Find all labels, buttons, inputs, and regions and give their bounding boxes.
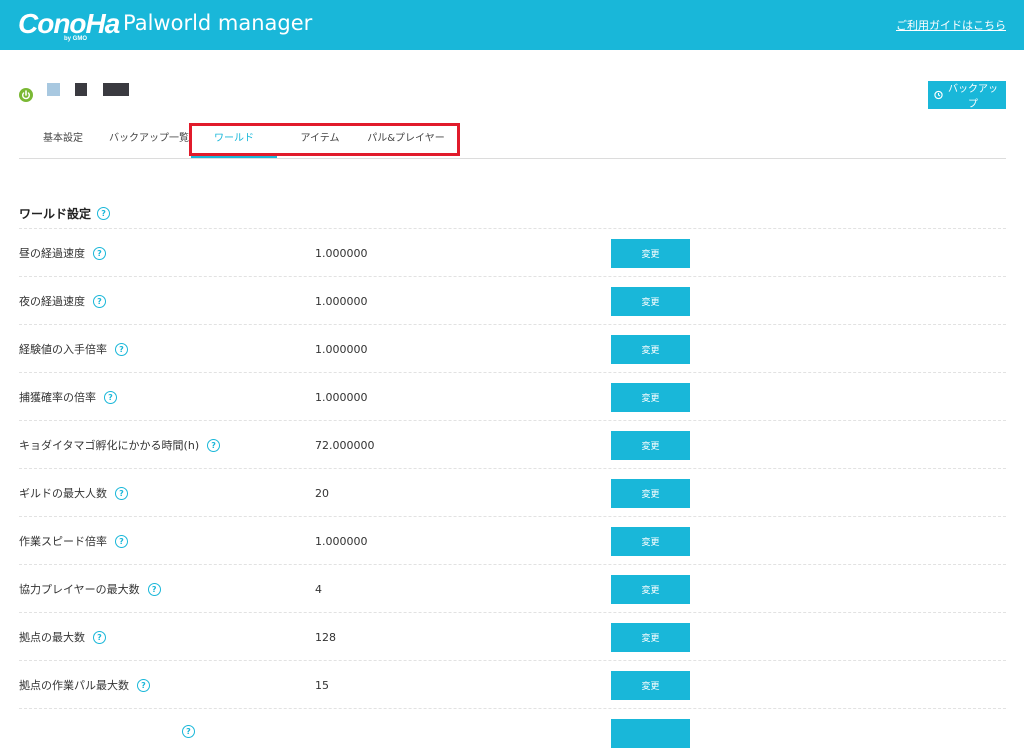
setting-row: 経験値の入手倍率? 1.000000 変更 xyxy=(19,324,1006,372)
guide-link[interactable]: ご利用ガイドはこちら xyxy=(896,17,1006,33)
change-button[interactable]: 変更 xyxy=(611,431,690,460)
setting-row: 作業スピード倍率? 1.000000 変更 xyxy=(19,516,1006,564)
setting-value: 1.000000 xyxy=(315,535,368,548)
help-icon[interactable]: ? xyxy=(93,246,106,260)
setting-row: 協力プレイヤーの最大数? 4 変更 xyxy=(19,564,1006,612)
setting-value: 128 xyxy=(315,631,336,644)
server-name-block xyxy=(47,83,60,96)
change-button[interactable]: 変更 xyxy=(611,239,690,268)
tab-backup-list[interactable]: バックアップ一覧 xyxy=(108,124,190,156)
setting-row: 拠点の最大数? 128 変更 xyxy=(19,612,1006,660)
section-title-text: ワールド設定 xyxy=(19,207,92,221)
world-settings-list: 昼の経過速度? 1.000000 変更 夜の経過速度? 1.000000 変更 … xyxy=(19,228,1006,756)
change-button[interactable]: 変更 xyxy=(611,623,690,652)
setting-value: 1.000000 xyxy=(315,391,368,404)
setting-label: キョダイタマゴ孵化にかかる時間(h)? xyxy=(19,437,221,453)
setting-label: 拠点の最大数? xyxy=(19,629,106,645)
setting-label: 経験値の入手倍率? xyxy=(19,341,128,357)
backup-icon xyxy=(934,90,943,100)
change-button[interactable]: 変更 xyxy=(611,479,690,508)
server-status xyxy=(19,83,219,103)
server-name-block xyxy=(103,83,129,96)
help-icon[interactable]: ? xyxy=(137,678,150,692)
setting-row: 拠点の作業パル最大数? 15 変更 xyxy=(19,660,1006,708)
setting-value: 4 xyxy=(315,583,322,596)
setting-label: 夜の経過速度? xyxy=(19,293,106,309)
setting-row: 夜の経過速度? 1.000000 変更 xyxy=(19,276,1006,324)
power-icon xyxy=(19,88,33,102)
setting-row: ? xyxy=(19,708,1006,756)
app-title: Palworld manager xyxy=(123,11,313,35)
setting-value: 15 xyxy=(315,679,329,692)
setting-value: 20 xyxy=(315,487,329,500)
setting-label: ? xyxy=(174,725,195,738)
help-icon[interactable]: ? xyxy=(97,207,111,220)
help-icon[interactable]: ? xyxy=(115,534,128,548)
setting-row: キョダイタマゴ孵化にかかる時間(h)? 72.000000 変更 xyxy=(19,420,1006,468)
change-button[interactable]: 変更 xyxy=(611,335,690,364)
server-name-block xyxy=(75,83,87,96)
logo-subtext: by GMO xyxy=(64,36,88,42)
setting-row: ギルドの最大人数? 20 変更 xyxy=(19,468,1006,516)
help-icon[interactable]: ? xyxy=(104,390,117,404)
help-icon[interactable]: ? xyxy=(115,486,128,500)
help-icon[interactable]: ? xyxy=(207,438,221,452)
change-button[interactable]: 変更 xyxy=(611,383,690,412)
setting-label: 協力プレイヤーの最大数? xyxy=(19,581,161,597)
change-button[interactable] xyxy=(611,719,690,748)
help-icon[interactable]: ? xyxy=(93,294,106,308)
section-title: ワールド設定 ? xyxy=(19,205,111,222)
change-button[interactable]: 変更 xyxy=(611,527,690,556)
setting-value: 1.000000 xyxy=(315,295,368,308)
change-button[interactable]: 変更 xyxy=(611,575,690,604)
change-button[interactable]: 変更 xyxy=(611,671,690,700)
help-icon[interactable]: ? xyxy=(147,582,161,596)
setting-label: 捕獲確率の倍率? xyxy=(19,389,117,405)
setting-row: 捕獲確率の倍率? 1.000000 変更 xyxy=(19,372,1006,420)
help-icon[interactable]: ? xyxy=(93,630,106,644)
setting-value: 72.000000 xyxy=(315,439,375,452)
highlight-box xyxy=(189,123,460,156)
tab-bar: 基本設定 バックアップ一覧 ワールド アイテム パル&プレイヤー xyxy=(19,124,1006,159)
backup-button[interactable]: バックアップ xyxy=(928,81,1006,110)
setting-label: 拠点の作業パル最大数? xyxy=(19,677,150,693)
setting-label: 昼の経過速度? xyxy=(19,245,106,261)
change-button[interactable]: 変更 xyxy=(611,287,690,316)
setting-label: ギルドの最大人数? xyxy=(19,485,128,501)
top-bar: ConoHa by GMO Palworld manager ご利用ガイドはこち… xyxy=(0,0,1024,50)
setting-value: 1.000000 xyxy=(315,343,368,356)
tab-basic-settings[interactable]: 基本設定 xyxy=(43,124,83,156)
help-icon[interactable]: ? xyxy=(115,342,128,356)
setting-row: 昼の経過速度? 1.000000 変更 xyxy=(19,228,1006,276)
help-icon[interactable]: ? xyxy=(182,725,195,738)
backup-button-label: バックアップ xyxy=(948,84,998,110)
setting-label: 作業スピード倍率? xyxy=(19,533,128,549)
setting-value: 1.000000 xyxy=(315,247,368,260)
